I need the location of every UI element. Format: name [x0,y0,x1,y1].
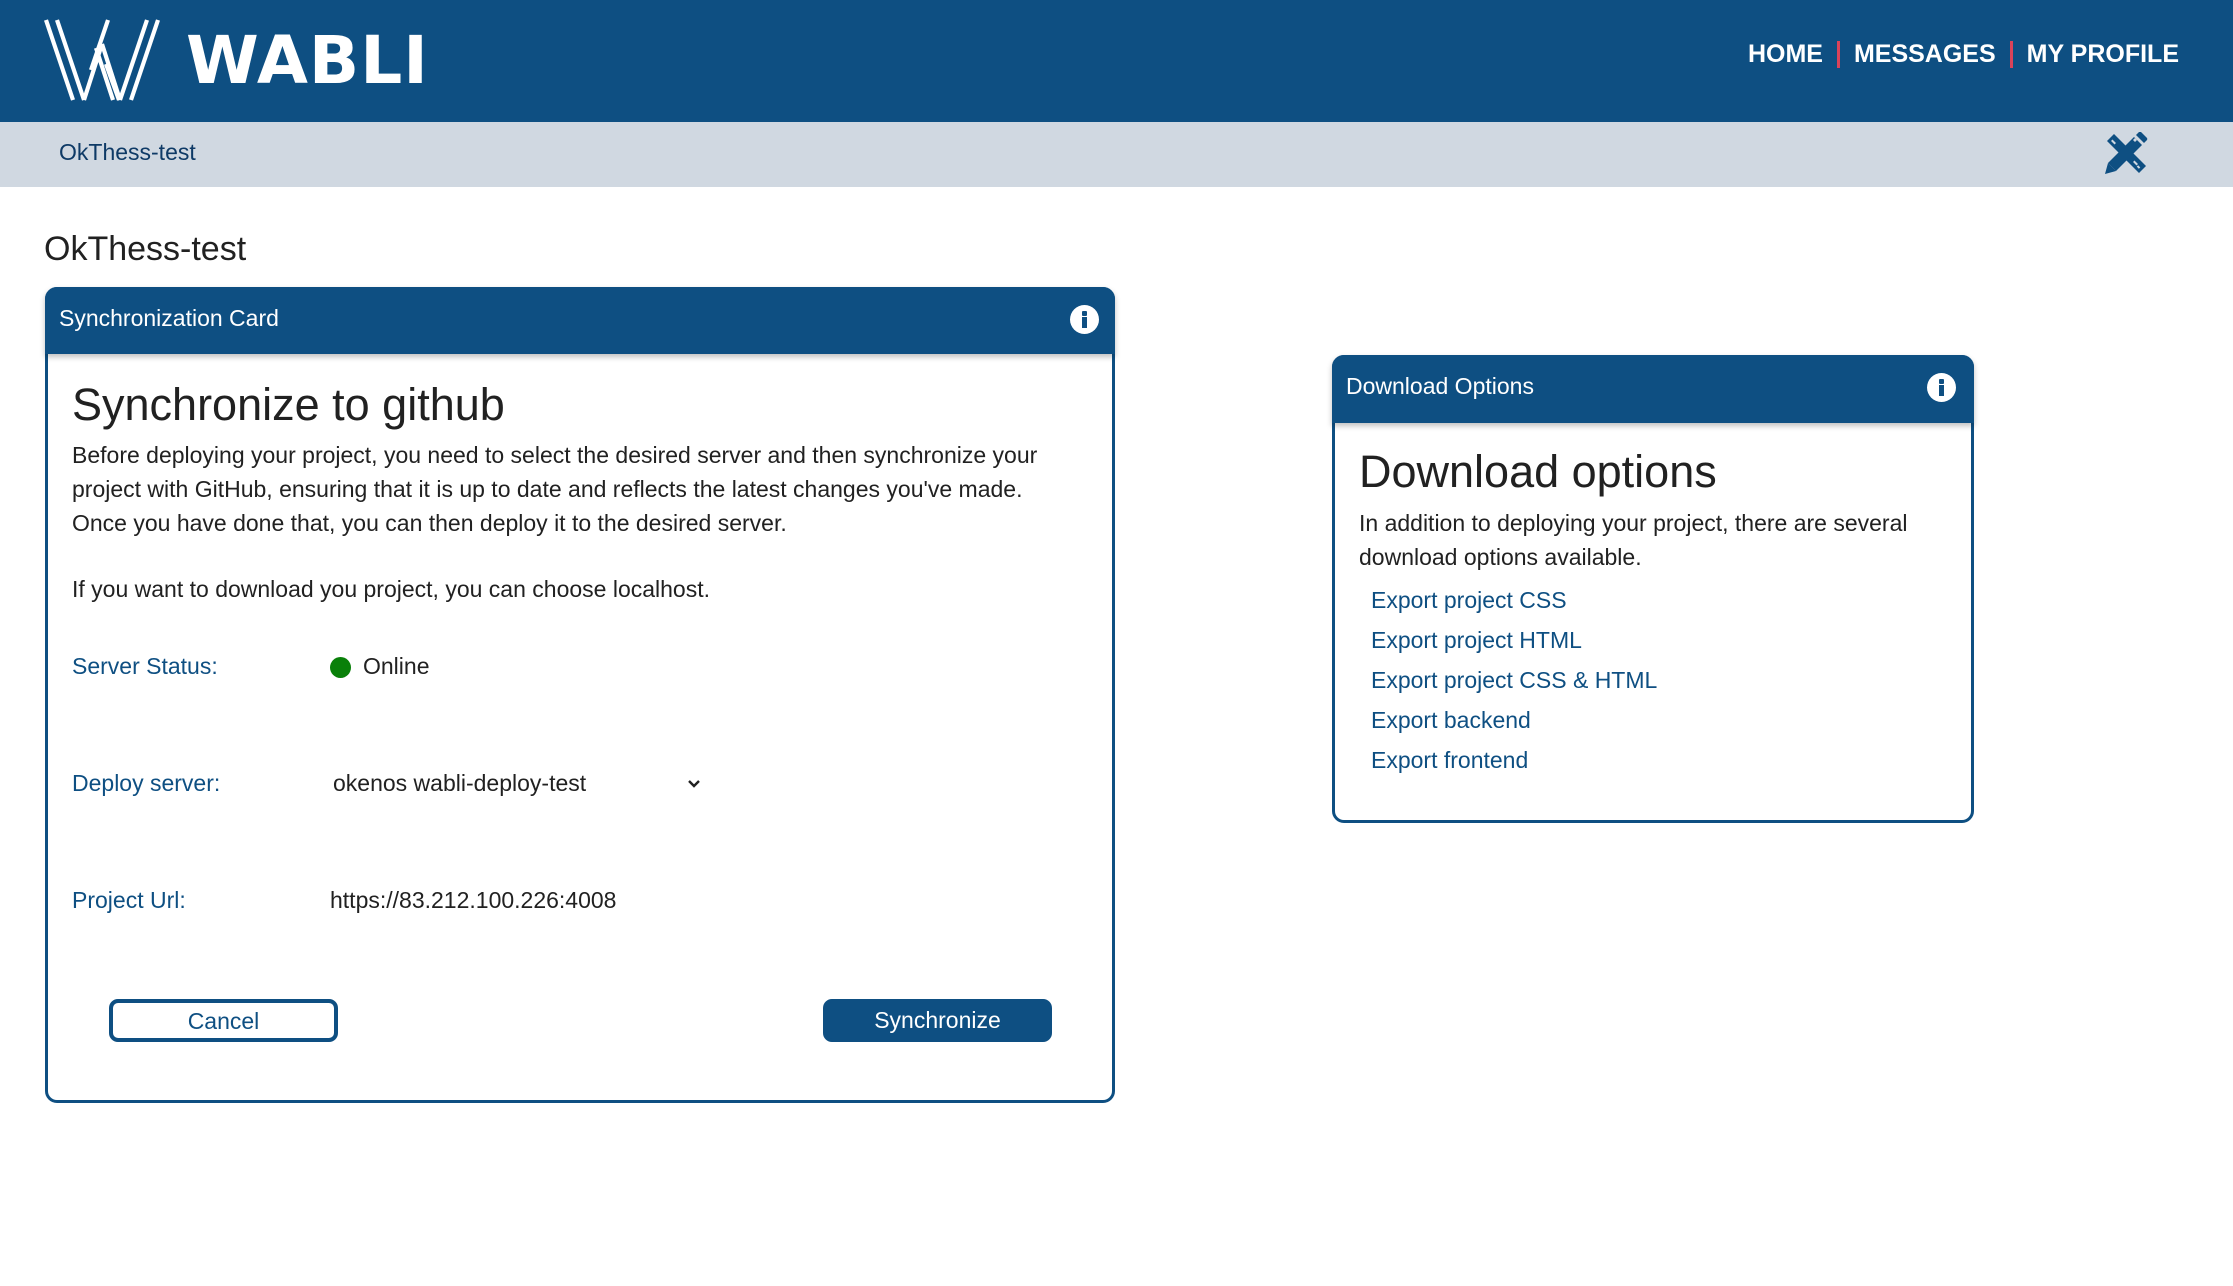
sync-description: Before deploying your project, you need … [72,442,1038,536]
chevron-down-icon [688,780,700,788]
project-bar: OkThess-test [0,122,2233,187]
export-project-css-html-link[interactable]: Export project CSS & HTML [1371,660,1657,700]
nav-separator [1836,41,1840,68]
project-url-value: https://83.212.100.226:4008 [330,887,617,913]
export-backend-link[interactable]: Export backend [1371,700,1657,740]
info-icon[interactable] [1927,373,1956,402]
wabli-logo-icon[interactable] [44,18,164,102]
breadcrumb-project[interactable]: OkThess-test [59,139,196,166]
info-icon[interactable] [1070,305,1099,334]
card-heading: Download options [1359,446,1717,497]
top-navigation-bar: WABLI HOME MESSAGES MY PROFILE [0,0,2233,122]
server-status-value: Online [363,653,430,679]
project-url-label: Project Url: [72,887,186,913]
card-header: Synchronization Card [45,287,1115,354]
deploy-server-selected-value: okenos wabli-deploy-test [333,770,587,796]
nav-messages-link[interactable]: MESSAGES [1854,40,1996,69]
page-title: OkThess-test [44,230,247,268]
brand-name: WABLI [186,22,429,99]
export-project-css-link[interactable]: Export project CSS [1371,580,1657,620]
pencil-ruler-icon[interactable] [2104,132,2148,175]
deploy-server-label: Deploy server: [72,770,221,796]
card-header-title: Download Options [1346,373,1534,399]
cancel-button[interactable]: Cancel [109,999,338,1042]
card-heading: Synchronize to github [72,379,505,430]
status-online-dot-icon [330,657,351,678]
export-frontend-link[interactable]: Export frontend [1371,740,1657,780]
synchronization-card: Synchronization Card Synchronize to gith… [45,287,1115,1103]
download-description: In addition to deploying your project, t… [1359,510,1908,570]
card-header: Download Options [1332,355,1974,423]
nav-home-link[interactable]: HOME [1748,40,1823,69]
main-nav: HOME MESSAGES MY PROFILE [1748,40,2179,69]
nav-my-profile-link[interactable]: MY PROFILE [2027,40,2179,69]
synchronize-button[interactable]: Synchronize [823,999,1052,1042]
download-links-list: Export project CSS Export project HTML E… [1371,580,1657,780]
localhost-hint: If you want to download you project, you… [72,576,711,602]
nav-separator [2009,41,2013,68]
card-header-title: Synchronization Card [59,305,279,331]
download-options-card: Download Options Download options In add… [1332,355,1974,823]
deploy-server-select[interactable]: okenos wabli-deploy-test [328,766,708,806]
server-status-label: Server Status: [72,653,218,679]
export-project-html-link[interactable]: Export project HTML [1371,620,1657,660]
